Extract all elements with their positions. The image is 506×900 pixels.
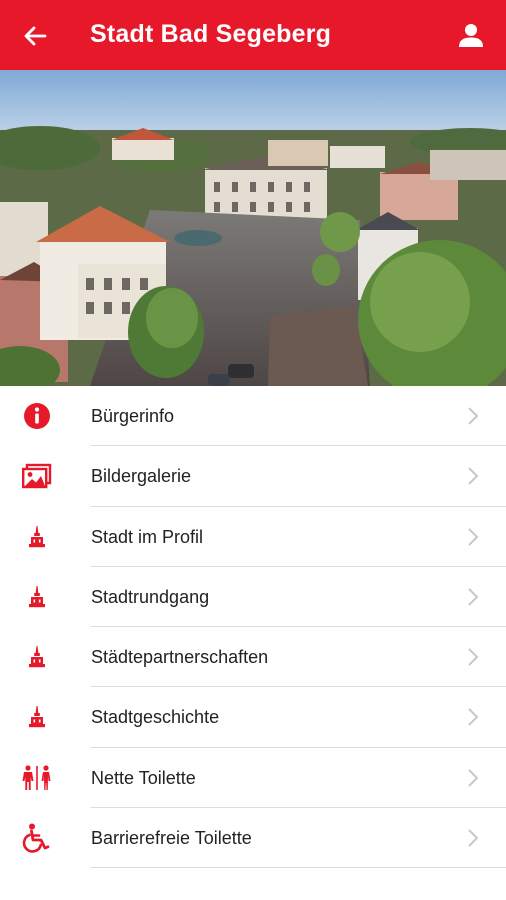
chevron-right-icon [468, 769, 479, 787]
menu-item-label: Nette Toilette [91, 767, 196, 788]
chevron-right-icon [468, 407, 479, 425]
chevron-right-icon [468, 829, 479, 847]
menu-list: Bürgerinfo Bildergalerie Stadt im Profil… [0, 386, 506, 869]
divider [91, 867, 506, 869]
menu-item-stadtgeschichte[interactable]: Stadtgeschichte [0, 687, 506, 748]
wheelchair-icon [22, 823, 50, 853]
chevron-right-icon [468, 467, 479, 486]
user-icon [459, 24, 483, 47]
profile-button[interactable] [454, 18, 488, 52]
chevron-right-icon [468, 708, 479, 727]
menu-item-stadtrundgang[interactable]: Stadtrundgang [0, 567, 506, 628]
menu-item-label: Stadtrundgang [91, 586, 210, 607]
chevron-right-icon [468, 527, 479, 546]
menu-item-label: Städtepartnerschaften [91, 647, 269, 668]
menu-item-label: Barrierefreie Toilette [91, 828, 252, 849]
arrow-left-icon [24, 26, 47, 46]
menu-item-bildergalerie[interactable]: Bildergalerie [0, 446, 506, 507]
menu-item-staedtepartnerschaften[interactable]: Städtepartnerschaften [0, 627, 506, 688]
restroom-icon [22, 765, 51, 790]
landmark-icon [29, 646, 45, 668]
menu-item-label: Stadtgeschichte [91, 707, 220, 728]
page-title: Stadt Bad Segeberg [90, 20, 332, 48]
back-button[interactable] [18, 19, 52, 53]
menu-item-buergerinfo[interactable]: Bürgerinfo [0, 386, 506, 447]
town-aerial-photo [0, 70, 506, 386]
menu-item-label: Bürgerinfo [91, 406, 175, 426]
image-gallery-icon [22, 464, 52, 489]
menu-item-nette-toilette[interactable]: Nette Toilette [0, 748, 506, 809]
hero-photo [0, 70, 506, 386]
landmark-icon [29, 525, 45, 547]
menu-item-stadt-im-profil[interactable]: Stadt im Profil [0, 507, 506, 567]
menu-item-label: Bildergalerie [91, 466, 192, 487]
app-bar: Stadt Bad Segeberg [0, 0, 506, 70]
chevron-right-icon [468, 588, 479, 606]
chevron-right-icon [468, 648, 479, 666]
landmark-icon [29, 585, 45, 608]
info-circle-icon [24, 403, 50, 429]
landmark-icon [29, 706, 45, 728]
menu-item-barrierefreie-toilette[interactable]: Barrierefreie Toilette [0, 808, 506, 869]
menu-item-label: Stadt im Profil [91, 526, 204, 547]
